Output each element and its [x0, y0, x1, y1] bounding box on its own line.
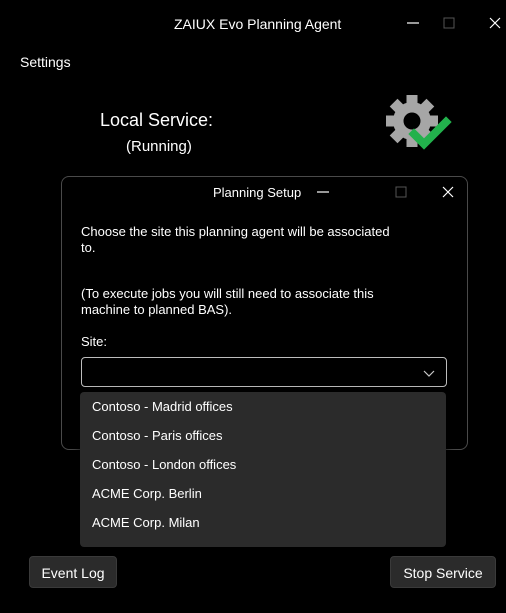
- site-dropdown-list: Contoso - Madrid offices Contoso - Paris…: [80, 392, 446, 547]
- dialog-instructions: Choose the site this planning agent will…: [81, 224, 390, 255]
- minimize-button[interactable]: [400, 10, 426, 36]
- site-option[interactable]: Contoso - Madrid offices: [80, 392, 446, 421]
- maximize-button[interactable]: [436, 10, 462, 36]
- site-option[interactable]: ACME Corp. Berlin: [80, 479, 446, 508]
- dialog-close-button[interactable]: [437, 181, 459, 203]
- chevron-down-icon[interactable]: [422, 366, 436, 380]
- site-combobox[interactable]: [81, 357, 447, 387]
- site-option[interactable]: Contoso - London offices: [80, 450, 446, 479]
- close-icon: [442, 186, 454, 198]
- site-label: Site:: [81, 334, 108, 349]
- event-log-button[interactable]: Event Log: [29, 556, 117, 588]
- window-title: ZAIUX Evo Planning Agent: [174, 16, 342, 32]
- title-bar[interactable]: ZAIUX Evo Planning Agent: [0, 0, 506, 44]
- dialog-maximize-button[interactable]: [390, 181, 412, 203]
- minimize-icon: [317, 191, 329, 193]
- minimize-icon: [407, 22, 419, 24]
- dialog-title: Planning Setup: [213, 185, 302, 200]
- settings-link[interactable]: Settings: [20, 54, 71, 70]
- close-icon: [489, 17, 501, 29]
- dialog-minimize-button[interactable]: [312, 181, 334, 203]
- gear-check-icon: [382, 92, 452, 154]
- maximize-icon: [443, 17, 455, 29]
- close-button[interactable]: [482, 10, 506, 36]
- maximize-icon: [395, 186, 407, 198]
- dialog-note: (To execute jobs you will still need to …: [81, 286, 374, 317]
- site-option[interactable]: Contoso - Paris offices: [80, 421, 446, 450]
- main-window: ZAIUX Evo Planning Agent Settings Local …: [0, 0, 506, 613]
- service-status: (Running): [126, 138, 192, 155]
- stop-service-button[interactable]: Stop Service: [390, 556, 496, 588]
- service-label: Local Service:: [100, 110, 214, 130]
- site-option[interactable]: ACME Corp. Milan: [80, 508, 446, 537]
